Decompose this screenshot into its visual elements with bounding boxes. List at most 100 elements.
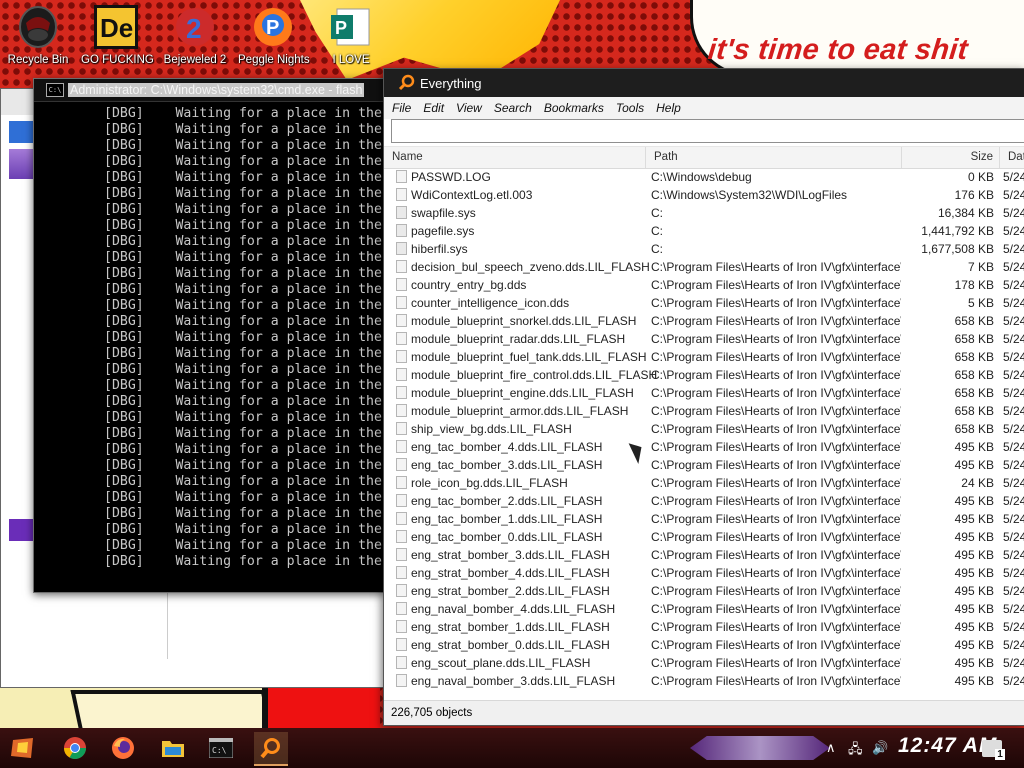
file-path: C:\Program Files\Hearts of Iron IV\gfx\i… [651, 638, 901, 652]
file-name: eng_strat_bomber_3.dds.LIL_FLASH [411, 548, 610, 562]
everything-window[interactable]: Everything File Edit View Search Bookmar… [383, 68, 1024, 726]
result-row[interactable]: pagefile.sys C: 1,441,792 KB 5/24 [384, 222, 1024, 240]
column-header-size[interactable]: Size [902, 147, 1000, 168]
file-size: 495 KB [954, 620, 994, 634]
file-path: C:\Windows\System32\WDI\LogFiles [651, 188, 848, 202]
result-row[interactable]: swapfile.sys C: 16,384 KB 5/24 [384, 204, 1024, 222]
background-window-divider [167, 589, 168, 659]
network-icon[interactable]: 🖧 [848, 740, 863, 762]
file-path: C:\Program Files\Hearts of Iron IV\gfx\i… [651, 296, 901, 310]
desktop-icon-i-love[interactable]: P I LOVE [316, 4, 386, 66]
result-row[interactable]: eng_strat_bomber_2.dds.LIL_FLASH C:\Progr… [384, 582, 1024, 600]
desktop-icon-bejeweled[interactable]: 2 Bejeweled 2 [160, 4, 230, 66]
show-hidden-icons-chevron-icon[interactable]: ∧ [826, 740, 836, 756]
result-row[interactable]: eng_tac_bomber_2.dds.LIL_FLASH C:\Program… [384, 492, 1024, 510]
result-row[interactable]: PASSWD.LOG C:\Windows\debug 0 KB 5/24 [384, 168, 1024, 186]
file-date: 5/24 [1003, 422, 1024, 436]
file-name: module_blueprint_radar.dds.LIL_FLASH [411, 332, 626, 346]
result-row[interactable]: eng_strat_bomber_0.dds.LIL_FLASH C:\Progr… [384, 636, 1024, 654]
taskbar-chrome[interactable] [58, 732, 92, 764]
cmd-window[interactable]: C:\ Administrator: C:\Windows\system32\c… [33, 78, 385, 593]
everything-titlebar[interactable]: Everything [384, 69, 1024, 97]
file-icon [396, 638, 407, 651]
menu-view[interactable]: View [456, 101, 482, 115]
result-row[interactable]: eng_strat_bomber_4.dds.LIL_FLASH C:\Progr… [384, 564, 1024, 582]
file-date: 5/24 [1003, 350, 1024, 364]
file-date: 5/24 [1003, 440, 1024, 454]
file-size: 495 KB [954, 458, 994, 472]
file-path: C:\Program Files\Hearts of Iron IV\gfx\i… [651, 332, 901, 346]
taskbar-file-explorer[interactable] [156, 732, 190, 764]
result-row[interactable]: eng_naval_bomber_4.dds.LIL_FLASH C:\Progr… [384, 600, 1024, 618]
taskbar-everything[interactable] [254, 732, 288, 766]
everything-search-box[interactable] [391, 119, 1024, 143]
column-header-name[interactable]: Name [384, 147, 646, 168]
result-row[interactable]: module_blueprint_fuel_tank.dds.LIL_FLASH… [384, 348, 1024, 366]
firefox-icon [112, 737, 134, 759]
cmd-output-line: [DBG] Waiting for a place in the [104, 346, 382, 361]
taskbar-firefox[interactable] [106, 732, 140, 764]
result-row[interactable]: country_entry_bg.dds C:\Program Files\Hea… [384, 276, 1024, 294]
result-row[interactable]: eng_tac_bomber_0.dds.LIL_FLASH C:\Program… [384, 528, 1024, 546]
result-row[interactable]: eng_tac_bomber_4.dds.LIL_FLASH C:\Program… [384, 438, 1024, 456]
cmd-output-line: [DBG] Waiting for a place in the [104, 282, 382, 297]
file-icon [396, 422, 407, 435]
cmd-titlebar[interactable]: C:\ Administrator: C:\Windows\system32\c… [34, 79, 384, 102]
result-row[interactable]: WdiContextLog.etl.003 C:\Windows\System32… [384, 186, 1024, 204]
result-row[interactable]: module_blueprint_fire_control.dds.LIL_FL… [384, 366, 1024, 384]
menu-tools[interactable]: Tools [616, 101, 644, 115]
background-window-thumbnail [9, 149, 35, 179]
desktop-icon-peggle[interactable]: P Peggle Nights [238, 4, 310, 66]
start-button[interactable] [6, 732, 40, 764]
file-name: role_icon_bg.dds.LIL_FLASH [411, 476, 568, 490]
menu-file[interactable]: File [392, 101, 411, 115]
cmd-output-line: [DBG] Waiting for a place in the [104, 138, 382, 153]
file-size: 7 KB [967, 260, 994, 274]
menu-help[interactable]: Help [656, 101, 681, 115]
result-row[interactable]: module_blueprint_armor.dds.LIL_FLASH C:\P… [384, 402, 1024, 420]
result-row[interactable]: module_blueprint_radar.dds.LIL_FLASH C:\P… [384, 330, 1024, 348]
column-header-path[interactable]: Path [646, 147, 902, 168]
file-date: 5/24 [1003, 188, 1024, 202]
column-header-date[interactable]: Date [1000, 147, 1024, 168]
cmd-output-line: [DBG] Waiting for a place in the [104, 442, 382, 457]
result-row[interactable]: module_blueprint_engine.dds.LIL_FLASH C:\… [384, 384, 1024, 402]
result-row[interactable]: hiberfil.sys C: 1,677,508 KB 5/24 [384, 240, 1024, 258]
result-row[interactable]: eng_strat_bomber_1.dds.LIL_FLASH C:\Progr… [384, 618, 1024, 636]
menu-edit[interactable]: Edit [423, 101, 444, 115]
file-name: eng_tac_bomber_3.dds.LIL_FLASH [411, 458, 603, 472]
taskbar-cmd[interactable]: C:\ [204, 732, 238, 764]
cmd-output-line: [DBG] Waiting for a place in the [104, 234, 382, 249]
desktop-icon-go-fucking[interactable]: De GO FUCKING [81, 4, 154, 66]
file-date: 5/24 [1003, 548, 1024, 562]
result-row[interactable]: eng_tac_bomber_1.dds.LIL_FLASH C:\Program… [384, 510, 1024, 528]
file-icon [396, 260, 407, 273]
result-row[interactable]: module_blueprint_snorkel.dds.LIL_FLASH C:… [384, 312, 1024, 330]
search-input[interactable] [392, 120, 1024, 142]
file-size: 495 KB [954, 440, 994, 454]
result-row[interactable]: eng_naval_bomber_3.dds.LIL_FLASH C:\Progr… [384, 672, 1024, 690]
file-date: 5/24 [1003, 170, 1024, 184]
menu-search[interactable]: Search [494, 101, 532, 115]
desktop-icon-label: Recycle Bin [7, 54, 69, 66]
cmd-output-line: [DBG] Waiting for a place in the [104, 410, 382, 425]
result-row[interactable]: eng_tac_bomber_3.dds.LIL_FLASH C:\Program… [384, 456, 1024, 474]
volume-icon[interactable]: 🔊 [872, 740, 888, 756]
background-window-tab[interactable] [9, 121, 35, 143]
file-date: 5/24 [1003, 404, 1024, 418]
system-file-icon [396, 242, 407, 255]
result-row[interactable]: eng_strat_bomber_3.dds.LIL_FLASH C:\Progr… [384, 546, 1024, 564]
file-path: C:\Program Files\Hearts of Iron IV\gfx\i… [651, 440, 901, 454]
result-row[interactable]: ship_view_bg.dds.LIL_FLASH C:\Program Fil… [384, 420, 1024, 438]
results-list[interactable]: PASSWD.LOG C:\Windows\debug 0 KB 5/24 WdiCon… [384, 168, 1024, 700]
result-row[interactable]: counter_intelligence_icon.dds C:\Program … [384, 294, 1024, 312]
desktop-icon-recycle-bin[interactable]: Recycle Bin [3, 4, 73, 66]
result-row[interactable]: role_icon_bg.dds.LIL_FLASH C:\Program Fil… [384, 474, 1024, 492]
file-name: eng_scout_plane.dds.LIL_FLASH [411, 656, 591, 670]
file-name: hiberfil.sys [411, 242, 468, 256]
file-icon [396, 350, 407, 363]
result-row[interactable]: decision_bul_speech_zveno.dds.LIL_FLASH C… [384, 258, 1024, 276]
menu-bookmarks[interactable]: Bookmarks [544, 101, 604, 115]
result-row[interactable]: eng_scout_plane.dds.LIL_FLASH C:\Program … [384, 654, 1024, 672]
file-date: 5/24 [1003, 494, 1024, 508]
